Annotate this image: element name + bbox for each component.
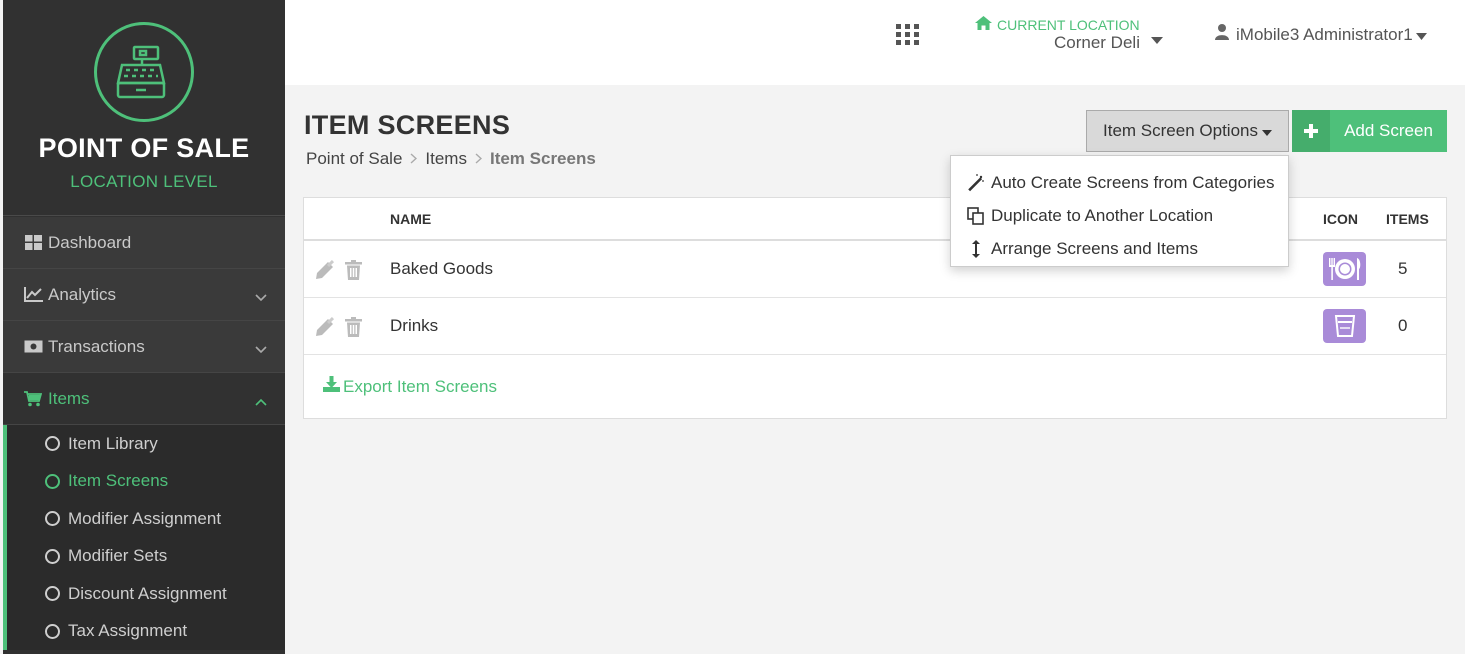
sidebar-subitem-modifier-sets[interactable]: Modifier Sets (7, 538, 285, 576)
menu-item-label: Auto Create Screens from Categories (991, 172, 1275, 192)
brand: POINT OF SALE LOCATION LEVEL (3, 0, 285, 216)
sidebar-item-dashboard[interactable]: Dashboard (3, 217, 285, 269)
circle-icon (45, 623, 60, 639)
sidebar-item-label: Transactions (48, 336, 145, 356)
plate-utensils-icon (1323, 252, 1366, 286)
row-name[interactable]: Drinks (390, 316, 438, 336)
sidebar-subitem-label: Item Screens (68, 471, 169, 491)
trash-icon[interactable] (345, 260, 362, 285)
sidebar-item-label: Dashboard (48, 232, 132, 252)
menu-item-label: Arrange Screens and Items (991, 238, 1198, 258)
row-items-count: 5 (1398, 259, 1408, 278)
column-header-icon: ICON (1323, 211, 1358, 227)
apps-grid-icon[interactable] (896, 24, 920, 51)
sidebar-item-items[interactable]: Items (3, 373, 285, 425)
caret-down-icon[interactable] (1151, 31, 1163, 49)
home-icon (975, 16, 997, 33)
sidebar-nav: Dashboard Analytics Transactions Items I… (3, 217, 285, 650)
location-label-text: CURRENT LOCATION (997, 16, 1140, 33)
circle-icon (45, 511, 60, 527)
circle-icon (45, 436, 60, 452)
caret-down-icon (1415, 25, 1434, 45)
top-bar: CURRENT LOCATION Corner Deli iMobile3 Ad… (285, 0, 1465, 85)
sidebar-subitem-label: Modifier Assignment (68, 508, 222, 528)
cart-icon (23, 390, 43, 408)
chevron-down-icon (255, 287, 267, 307)
circle-icon (45, 548, 60, 564)
row-items-count: 0 (1398, 316, 1408, 335)
dashboard-icon (23, 234, 43, 252)
menu-item-arrange-screens[interactable]: Arrange Screens and Items (951, 232, 1288, 265)
sidebar-subitem-label: Item Library (68, 433, 158, 453)
sidebar-subitem-discount-assignment[interactable]: Discount Assignment (7, 575, 285, 613)
trash-icon[interactable] (345, 317, 362, 342)
items-subnav: Item Library Item Screens Modifier Assig… (3, 425, 285, 650)
column-header-name[interactable]: NAME (390, 211, 431, 227)
options-button-label: Item Screen Options (1103, 121, 1258, 140)
breadcrumb: Point of Sale Items Item Screens (306, 149, 596, 169)
circle-icon (45, 473, 60, 489)
user-name: iMobile3 Administrator1 (1236, 24, 1413, 44)
add-screen-button[interactable]: Add Screen (1292, 110, 1447, 152)
brand-subtitle: LOCATION LEVEL (70, 172, 218, 191)
sidebar-subitem-label: Modifier Sets (68, 546, 168, 566)
page-title: ITEM SCREENS (304, 110, 511, 140)
menu-item-auto-create-screens[interactable]: Auto Create Screens from Categories (951, 166, 1288, 199)
row-actions (315, 259, 362, 285)
money-icon (23, 338, 43, 356)
sidebar-subitem-item-screens[interactable]: Item Screens (7, 463, 285, 501)
pencil-icon[interactable] (315, 259, 335, 285)
add-screen-label: Add Screen (1344, 121, 1433, 140)
table-row: Drinks 0 (304, 298, 1446, 355)
current-location-value[interactable]: Corner Deli (1054, 33, 1140, 53)
breadcrumb-link-point-of-sale[interactable]: Point of Sale (306, 149, 402, 169)
magic-wand-icon (966, 173, 986, 192)
vertical-arrows-icon (966, 239, 986, 258)
user-menu[interactable]: iMobile3 Administrator1 (1215, 24, 1434, 45)
menu-item-label: Duplicate to Another Location (991, 205, 1214, 225)
menu-item-duplicate-location[interactable]: Duplicate to Another Location (951, 199, 1288, 232)
plus-icon (1292, 110, 1330, 152)
breadcrumb-current: Item Screens (489, 149, 596, 168)
chevron-down-icon (255, 339, 267, 359)
cash-register-logo-icon (94, 22, 194, 122)
sidebar-subitem-modifier-assignment[interactable]: Modifier Assignment (7, 500, 285, 538)
item-screen-options-menu: Auto Create Screens from Categories Dupl… (950, 155, 1289, 267)
sidebar-item-label: Analytics (48, 284, 117, 304)
sidebar-item-label: Items (48, 388, 90, 408)
cup-icon (1323, 309, 1366, 343)
chevron-up-icon (255, 391, 267, 411)
breadcrumb-link-items[interactable]: Items (425, 149, 467, 169)
row-name[interactable]: Baked Goods (390, 259, 493, 279)
sidebar-item-transactions[interactable]: Transactions (3, 321, 285, 373)
caret-down-icon (1261, 121, 1272, 141)
sidebar-subitem-item-library[interactable]: Item Library (7, 425, 285, 463)
circle-icon (45, 586, 60, 602)
line-chart-icon (23, 286, 43, 304)
item-screen-options-button[interactable]: Item Screen Options (1086, 110, 1289, 152)
pencil-icon[interactable] (315, 316, 335, 342)
sidebar-subitem-label: Tax Assignment (68, 621, 188, 641)
export-item-screens-link[interactable]: Export Item Screens (323, 376, 497, 397)
sidebar-subitem-label: Discount Assignment (68, 583, 227, 603)
chevron-right-icon (475, 151, 483, 167)
brand-title: POINT OF SALE (38, 133, 250, 163)
row-actions (315, 316, 362, 342)
current-location-label[interactable]: CURRENT LOCATION (975, 16, 1140, 33)
sidebar: POINT OF SALE LOCATION LEVEL Dashboard A… (3, 0, 285, 654)
chevron-right-icon (410, 151, 418, 167)
copy-icon (966, 206, 986, 225)
download-icon (323, 376, 343, 397)
export-label: Export Item Screens (343, 376, 498, 396)
user-icon (1215, 24, 1236, 45)
sidebar-subitem-tax-assignment[interactable]: Tax Assignment (7, 613, 285, 651)
column-header-items: ITEMS (1386, 211, 1429, 227)
sidebar-item-analytics[interactable]: Analytics (3, 269, 285, 321)
